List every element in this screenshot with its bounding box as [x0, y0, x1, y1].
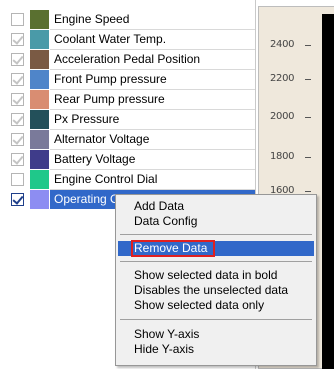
series-row-acceleration-pedal[interactable]: Acceleration Pedal Position [0, 50, 255, 69]
series-label: Acceleration Pedal Position [54, 52, 201, 66]
series-label: Engine Control Dial [54, 172, 158, 186]
series-color-swatch [30, 110, 49, 129]
y-tick-label: 2400 [270, 39, 295, 50]
series-checkbox[interactable] [11, 53, 24, 66]
series-label: Alternator Voltage [54, 132, 150, 146]
series-row-battery-voltage[interactable]: Battery Voltage [0, 150, 255, 169]
series-label: Coolant Water Temp. [54, 32, 167, 46]
series-row-alternator-voltage[interactable]: Alternator Voltage [0, 130, 255, 149]
menu-separator [120, 319, 312, 320]
series-label: Engine Speed [54, 12, 130, 26]
series-label: Front Pump pressure [54, 72, 167, 86]
series-checkbox[interactable] [11, 193, 24, 206]
series-checkbox[interactable] [11, 13, 24, 26]
series-row-engine-speed[interactable]: Engine Speed [0, 10, 255, 29]
series-label: Rear Pump pressure [54, 92, 165, 106]
series-color-swatch [30, 150, 49, 169]
y-tick-label: 2200 [270, 73, 295, 84]
series-checkbox[interactable] [11, 33, 24, 46]
series-color-swatch [30, 10, 49, 29]
series-color-swatch [30, 50, 49, 69]
menu-item-remove-data[interactable]: Remove Data [118, 240, 314, 257]
series-label: Battery Voltage [54, 152, 136, 166]
y-tick-mark [305, 79, 311, 80]
menu-item-show-selected-bold[interactable]: Show selected data in bold [118, 268, 314, 283]
series-color-swatch [30, 70, 49, 89]
series-label: Px Pressure [54, 112, 120, 126]
menu-item-show-selected-only[interactable]: Show selected data only [118, 298, 314, 313]
series-color-swatch [30, 190, 49, 209]
series-checkbox[interactable] [11, 173, 24, 186]
y-tick-mark [305, 117, 311, 118]
y-tick-mark [305, 45, 311, 46]
y-tick-label: 1800 [270, 151, 295, 162]
highlight-annotation-box [131, 240, 215, 257]
series-row-front-pump-pressure[interactable]: Front Pump pressure [0, 70, 255, 89]
series-color-swatch [30, 90, 49, 109]
y-tick-mark [305, 191, 311, 192]
y-tick-mark [305, 157, 311, 158]
series-checkbox[interactable] [11, 93, 24, 106]
series-checkbox[interactable] [11, 153, 24, 166]
series-color-swatch [30, 30, 49, 49]
series-checkbox[interactable] [11, 133, 24, 146]
menu-item-disable-unselected[interactable]: Disables the unselected data [118, 283, 314, 298]
series-checkbox[interactable] [11, 73, 24, 86]
series-checkbox[interactable] [11, 113, 24, 126]
menu-item-add-data[interactable]: Add Data [118, 199, 314, 214]
context-menu: Add Data Data Config Remove Data Show se… [115, 194, 317, 366]
menu-separator [120, 261, 312, 262]
menu-item-data-config[interactable]: Data Config [118, 214, 314, 229]
y-tick-label: 2000 [270, 111, 295, 122]
series-row-rear-pump-pressure[interactable]: Rear Pump pressure [0, 90, 255, 109]
data-viewer-window: 2400 2200 2000 1800 1600 Engine Speed Co… [0, 0, 334, 369]
plot-area[interactable] [322, 14, 334, 369]
series-row-coolant-water-temp[interactable]: Coolant Water Temp. [0, 30, 255, 49]
menu-separator [120, 234, 312, 235]
series-color-swatch [30, 170, 49, 189]
menu-item-hide-y-axis[interactable]: Hide Y-axis [118, 342, 314, 357]
series-row-px-pressure[interactable]: Px Pressure [0, 110, 255, 129]
series-color-swatch [30, 130, 49, 149]
menu-item-show-y-axis[interactable]: Show Y-axis [118, 327, 314, 342]
series-row-engine-control-dial[interactable]: Engine Control Dial [0, 170, 255, 189]
